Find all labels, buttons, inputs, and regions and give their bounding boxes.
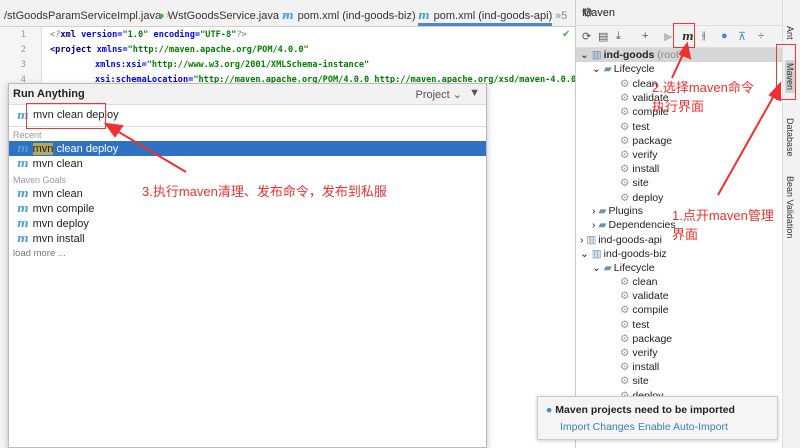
annotation-step-2-line2: 执行界面 <box>652 99 705 114</box>
annotation-step-1-line2: 界面 <box>672 227 699 242</box>
arrow-head <box>768 81 781 102</box>
annotation-step-3: 3.执行maven清理、发布命令，发布到私服 <box>142 184 387 199</box>
arrow-head <box>103 122 124 138</box>
annotation-step-1-line1: 1.点开maven管理 <box>672 208 774 223</box>
arrow-1 <box>717 91 777 196</box>
annotation-step-2-line1: 2.选择maven命令 <box>652 80 754 95</box>
arrow-3 <box>111 127 187 173</box>
